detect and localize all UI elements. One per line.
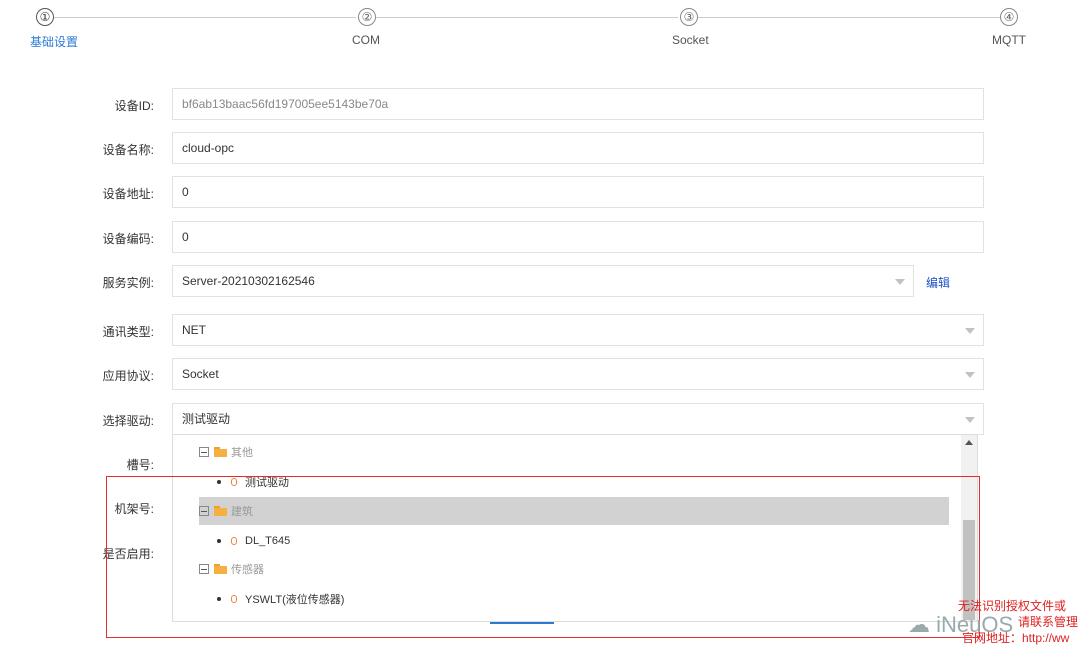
slot-label: 槽号: [126, 458, 154, 472]
chevron-down-icon [965, 417, 975, 423]
device-code-input[interactable]: 0 [172, 221, 984, 253]
device-code-label: 设备编码: [102, 232, 154, 246]
tree-leaf-item[interactable]: 测试驱动 [217, 470, 289, 494]
tree-group-label: 其他 [231, 447, 253, 459]
step-3-marker[interactable]: ③ [680, 8, 698, 26]
step-1-marker[interactable]: ① [36, 8, 54, 26]
folder-icon [214, 564, 227, 574]
device-address-input[interactable]: 0 [172, 176, 984, 208]
chevron-down-icon [965, 328, 975, 334]
service-instance-label: 服务实例: [102, 276, 154, 290]
tree-group-building[interactable]: 建筑 [199, 497, 949, 525]
tree-group-label: 传感器 [231, 564, 264, 576]
watermark-line-2: 请联系管理 [1018, 615, 1079, 629]
watermark-line-1: 无法识别授权文件或 [958, 599, 1067, 613]
bullet-icon [217, 539, 221, 543]
device-name-label: 设备名称: [102, 143, 154, 157]
service-instance-select[interactable]: Server-20210302162546 [172, 265, 914, 297]
app-protocol-select[interactable]: Socket [172, 358, 984, 390]
driver-icon [231, 595, 237, 603]
enabled-label: 是否启用: [102, 547, 154, 561]
comm-type-select[interactable]: NET [172, 314, 984, 346]
rack-label: 机架号: [114, 502, 154, 516]
wechat-icon: ☁ [908, 612, 930, 637]
step-2-marker[interactable]: ② [358, 8, 376, 26]
collapse-icon[interactable] [199, 506, 209, 516]
tree-leaf-item[interactable]: YSWLT(液位传感器) [217, 587, 344, 611]
driver-tree-dropdown[interactable]: 其他 测试驱动 建筑 DL_T645 传感器 YSWLT(液位传感器) [172, 434, 978, 622]
step-1-label[interactable]: 基础设置 [30, 33, 78, 50]
step-progress: ① 基础设置 ② COM ③ Socket ④ MQTT [0, 0, 1080, 60]
step-2-label[interactable]: COM [352, 33, 380, 47]
tree-leaf-label: 测试驱动 [245, 477, 289, 489]
driver-icon [231, 478, 237, 486]
tree-group-sensor[interactable]: 传感器 [199, 555, 264, 583]
device-address-label: 设备地址: [102, 187, 154, 201]
chevron-down-icon [965, 372, 975, 378]
step-3-label[interactable]: Socket [672, 33, 709, 47]
collapse-icon[interactable] [199, 447, 209, 457]
select-driver-value: 测试驱动 [182, 412, 231, 426]
tree-leaf-item[interactable]: DL_T645 [217, 529, 290, 553]
select-driver-label: 选择驱动: [102, 414, 154, 428]
scroll-up-icon[interactable] [965, 440, 973, 445]
watermark-line-3: 官网地址：http://ww [962, 631, 1070, 645]
chevron-down-icon [895, 279, 905, 285]
tree-leaf-label: DL_T645 [245, 535, 291, 547]
dropdown-scrollbar[interactable] [961, 435, 977, 621]
step-connector [698, 17, 1000, 18]
step-4-marker[interactable]: ④ [1000, 8, 1018, 26]
bullet-icon [217, 597, 221, 601]
tree-group-label: 建筑 [231, 506, 253, 518]
step-connector [376, 17, 678, 18]
folder-icon [214, 447, 227, 457]
collapse-icon[interactable] [199, 564, 209, 574]
device-id-label: 设备ID: [114, 99, 154, 113]
tree-group-other[interactable]: 其他 [199, 438, 253, 466]
step-connector [54, 17, 356, 18]
comm-type-value: NET [182, 323, 206, 337]
service-instance-value: Server-20210302162546 [182, 274, 315, 288]
step-4-label[interactable]: MQTT [992, 33, 1026, 47]
select-driver-select[interactable]: 测试驱动 [172, 403, 984, 435]
tree-leaf-label: YSWLT(液位传感器) [245, 594, 345, 606]
driver-icon [231, 537, 237, 545]
app-protocol-value: Socket [182, 367, 219, 381]
comm-type-label: 通讯类型: [102, 325, 154, 339]
edit-service-link[interactable]: 编辑 [926, 274, 950, 291]
submit-button-edge[interactable] [490, 622, 554, 624]
device-name-input[interactable]: cloud-opc [172, 132, 984, 164]
folder-icon [214, 506, 227, 516]
device-id-input[interactable]: bf6ab13baac56fd197005ee5143be70a [172, 88, 984, 120]
bullet-icon [217, 480, 221, 484]
app-protocol-label: 应用协议: [102, 369, 154, 383]
